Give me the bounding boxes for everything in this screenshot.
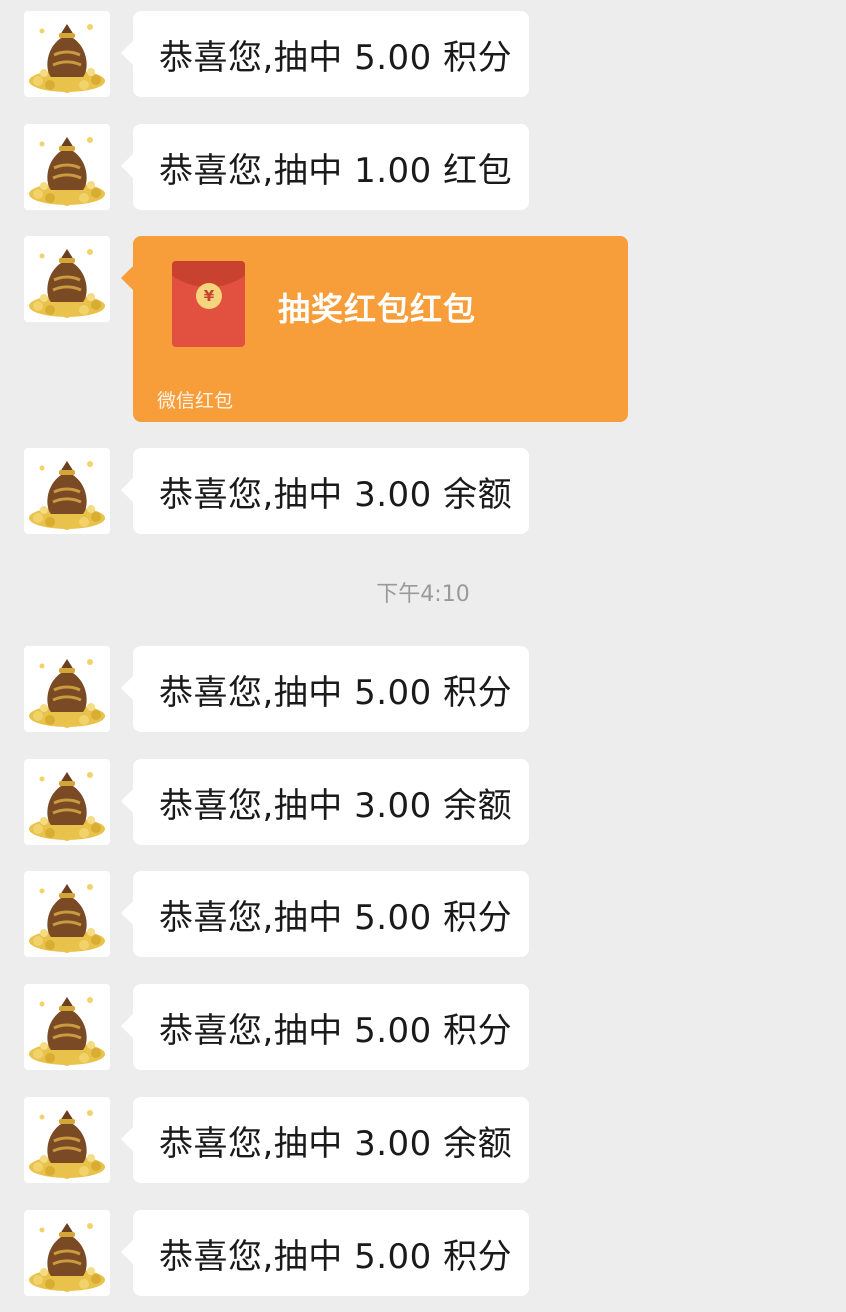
red-packet-title: 抽奖红包红包 (278, 290, 477, 328)
avatar-image (29, 997, 105, 1066)
chat-area: 恭喜您,抽中 5.00 积分 恭喜您,抽中 1.00 红包 ¥ 抽奖红包红包 微… (0, 0, 846, 1312)
message-text: 恭喜您,抽中 5.00 积分 (159, 897, 513, 938)
message-text: 恭喜您,抽中 3.00 余额 (159, 1123, 513, 1164)
money-bag-icon[interactable] (24, 11, 110, 97)
message-bubble[interactable]: 恭喜您,抽中 5.00 积分 (121, 871, 529, 957)
money-bag-icon[interactable] (24, 1097, 110, 1183)
money-bag-icon[interactable] (24, 759, 110, 845)
red-envelope-icon: ¥ (172, 261, 245, 347)
message-bubble[interactable]: 恭喜您,抽中 3.00 余额 (121, 1097, 529, 1183)
message-bubble[interactable]: 恭喜您,抽中 3.00 余额 (121, 448, 529, 534)
avatar-image (29, 772, 105, 841)
message-bubble[interactable]: 恭喜您,抽中 5.00 积分 (121, 1210, 529, 1296)
money-bag-icon[interactable] (24, 984, 110, 1070)
money-bag-icon[interactable] (24, 448, 110, 534)
message-bubble[interactable]: 恭喜您,抽中 5.00 积分 (121, 646, 529, 732)
avatar-image (29, 249, 105, 318)
money-bag-icon[interactable] (24, 646, 110, 732)
message-bubble[interactable]: 恭喜您,抽中 5.00 积分 (121, 984, 529, 1070)
avatar-image (29, 24, 105, 93)
message-text: 恭喜您,抽中 1.00 红包 (159, 150, 513, 191)
message-text: 恭喜您,抽中 5.00 积分 (159, 37, 513, 78)
timestamp: 下午4:10 (376, 582, 470, 607)
message-text: 恭喜您,抽中 3.00 余额 (159, 474, 513, 515)
avatar-image (29, 659, 105, 728)
red-packet-card[interactable]: ¥ 抽奖红包红包 微信红包 (121, 236, 628, 422)
avatar-image (29, 461, 105, 530)
money-bag-icon[interactable] (24, 124, 110, 210)
message-bubble[interactable]: 恭喜您,抽中 3.00 余额 (121, 759, 529, 845)
message-bubble[interactable]: 恭喜您,抽中 5.00 积分 (121, 11, 529, 97)
money-bag-icon[interactable] (24, 236, 110, 322)
money-bag-icon[interactable] (24, 871, 110, 957)
red-packet-footer: 微信红包 (157, 390, 234, 412)
avatar-image (29, 137, 105, 206)
avatar-image (29, 1223, 105, 1292)
coin-icon: ¥ (196, 283, 222, 309)
avatar-image (29, 884, 105, 953)
message-text: 恭喜您,抽中 5.00 积分 (159, 1236, 513, 1277)
money-bag-icon[interactable] (24, 1210, 110, 1296)
message-text: 恭喜您,抽中 5.00 积分 (159, 1010, 513, 1051)
message-text: 恭喜您,抽中 3.00 余额 (159, 785, 513, 826)
message-bubble[interactable]: 恭喜您,抽中 1.00 红包 (121, 124, 529, 210)
message-text: 恭喜您,抽中 5.00 积分 (159, 672, 513, 713)
avatar-image (29, 1110, 105, 1179)
